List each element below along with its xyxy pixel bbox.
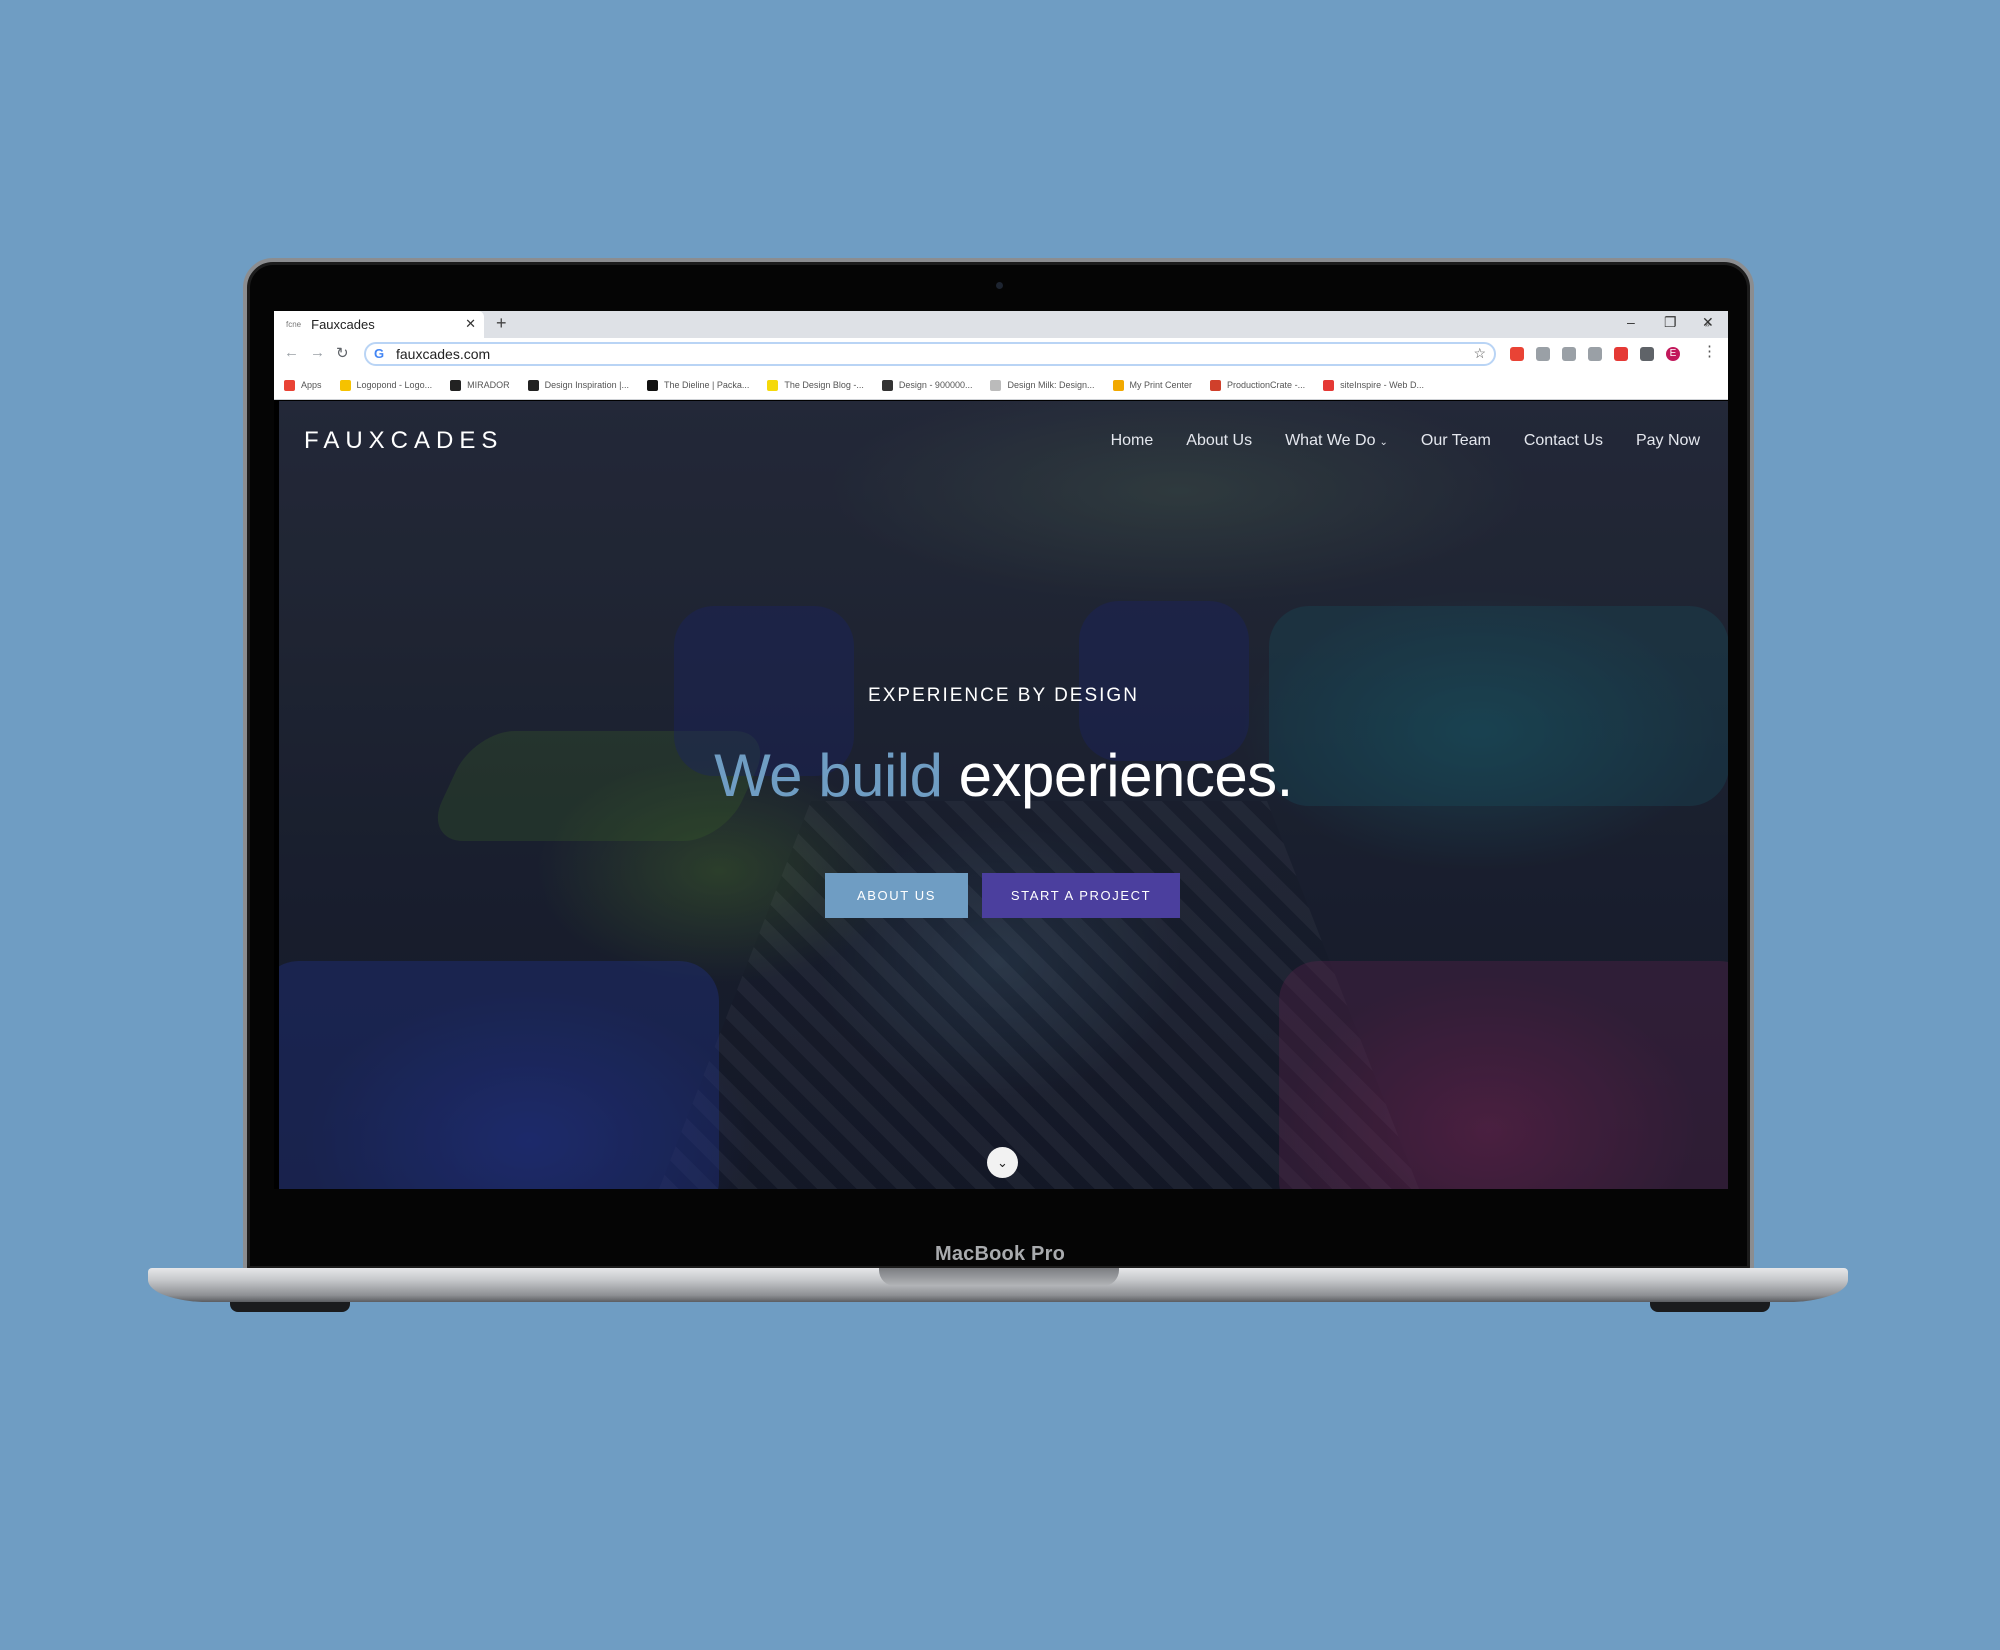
tab-strip: fcne Fauxcades ✕ + – ❐ ✕	[274, 311, 1728, 338]
extension-icon[interactable]	[1614, 347, 1628, 361]
nav-contact-us[interactable]: Contact Us	[1524, 432, 1603, 450]
site-logo[interactable]: FAUXCADES	[304, 427, 503, 455]
tab-favicon: fcne	[286, 320, 302, 329]
minimize-icon[interactable]: –	[1627, 314, 1635, 330]
puzzle-icon[interactable]	[1640, 347, 1654, 361]
bookmark-item[interactable]: Design Inspiration |...	[527, 379, 629, 391]
bookmarks-more-icon[interactable]: »	[1705, 319, 1710, 329]
bookmark-favicon-icon	[284, 379, 295, 391]
camera-dot	[996, 282, 1003, 289]
forward-icon[interactable]: →	[310, 344, 325, 361]
hero-bg-armchair	[1079, 601, 1249, 761]
menu-kebab-icon[interactable]: ⋮	[1702, 342, 1717, 360]
bookmark-item[interactable]: The Design Blog -...	[767, 379, 864, 391]
hero-kicker: EXPERIENCE BY DESIGN	[868, 685, 1139, 706]
hero-headline-main: experiences.	[958, 742, 1294, 809]
bookmark-item[interactable]: Design Milk: Design...	[990, 379, 1095, 391]
bookmark-label: ProductionCrate -...	[1227, 380, 1306, 390]
bookmark-item[interactable]: Apps	[284, 379, 322, 391]
address-bar[interactable]: G fauxcades.com ☆	[364, 342, 1496, 366]
extension-icon[interactable]	[1536, 347, 1550, 361]
camera-extension-icon[interactable]	[1562, 347, 1576, 361]
profile-avatar[interactable]: E	[1666, 347, 1680, 361]
bookmark-star-icon[interactable]: ☆	[1473, 345, 1486, 362]
bookmark-favicon-icon	[1112, 379, 1124, 391]
bookmark-favicon-icon	[881, 379, 893, 391]
tab-title: Fauxcades	[311, 317, 375, 332]
laptop-foot	[230, 1302, 350, 1312]
bookmark-favicon-icon	[1323, 379, 1335, 391]
nav-our-team[interactable]: Our Team	[1421, 432, 1491, 450]
bookmark-label: Design - 900000...	[898, 380, 973, 390]
bookmark-label: The Design Blog -...	[784, 380, 864, 390]
nav-about-us[interactable]: About Us	[1186, 432, 1252, 450]
bookmark-favicon-icon	[767, 379, 779, 391]
bookmark-item[interactable]: ProductionCrate -...	[1210, 379, 1306, 391]
browser-chrome: fcne Fauxcades ✕ + – ❐ ✕ ← → ↻ G fauxcad…	[274, 311, 1728, 400]
bookmark-label: MIRADOR	[467, 380, 510, 390]
back-icon[interactable]: ←	[284, 344, 299, 361]
hero-section: FAUXCADES Home About Us What We Do ⌄ Our …	[279, 401, 1728, 1189]
browser-tab[interactable]: fcne Fauxcades ✕	[274, 311, 484, 338]
url-text[interactable]: fauxcades.com	[396, 346, 490, 362]
bookmark-item[interactable]: My Print Center	[1112, 379, 1193, 391]
bookmark-label: Logopond - Logo...	[356, 380, 433, 390]
bookmark-favicon-icon	[990, 379, 1002, 391]
bookmark-label: siteInspire - Web D...	[1340, 380, 1424, 390]
bookmark-favicon-icon	[527, 379, 539, 391]
laptop-screen: fcne Fauxcades ✕ + – ❐ ✕ ← → ↻ G fauxcad…	[274, 311, 1728, 1189]
laptop-notch	[879, 1268, 1119, 1286]
bookmark-favicon-icon	[1210, 379, 1222, 391]
chevron-down-icon: ⌄	[1379, 437, 1388, 448]
restore-icon[interactable]: ❐	[1664, 314, 1677, 331]
main-nav: Home About Us What We Do ⌄ Our Team Conta…	[1078, 432, 1700, 450]
bookmarks-bar: Apps Logopond - Logo... MIRADOR Design Insp…	[274, 370, 1728, 400]
bookmark-favicon-icon	[450, 379, 462, 391]
hero-bg-chair-left	[279, 961, 719, 1189]
bookmark-item[interactable]: Logopond - Logo...	[339, 379, 433, 391]
bookmark-label: Design Inspiration |...	[544, 380, 629, 390]
hero-bg-chair-right	[1279, 961, 1728, 1189]
bookmark-label: Apps	[301, 380, 322, 390]
cast-icon[interactable]	[1588, 347, 1602, 361]
plus-icon[interactable]: +	[496, 313, 507, 334]
scroll-down-icon[interactable]: ⌄	[987, 1147, 1018, 1178]
google-icon: G	[374, 346, 385, 361]
close-tab-icon[interactable]: ✕	[465, 316, 476, 332]
hero-headline-accent: We build	[714, 742, 943, 809]
nav-home[interactable]: Home	[1111, 432, 1154, 450]
hero-headline: We build experiences.	[279, 741, 1728, 810]
reload-icon[interactable]: ↻	[336, 344, 349, 362]
bookmark-favicon-icon	[339, 379, 351, 391]
extension-icon[interactable]	[1510, 347, 1524, 361]
nav-what-we-do[interactable]: What We Do ⌄	[1285, 432, 1388, 450]
start-project-button[interactable]: START A PROJECT	[982, 873, 1180, 918]
nav-what-we-do-label: What We Do	[1285, 432, 1376, 449]
bookmark-item[interactable]: MIRADOR	[450, 379, 510, 391]
bookmark-item[interactable]: siteInspire - Web D...	[1323, 379, 1424, 391]
laptop-foot	[1650, 1302, 1770, 1312]
bookmark-label: Design Milk: Design...	[1007, 380, 1095, 390]
device-label: MacBook Pro	[934, 1243, 1065, 1265]
bookmark-label: My Print Center	[1129, 380, 1193, 390]
bookmark-item[interactable]: The Dieline | Packa...	[646, 379, 750, 391]
nav-pay-now[interactable]: Pay Now	[1636, 432, 1700, 450]
bookmark-label: The Dieline | Packa...	[663, 380, 750, 390]
bookmark-favicon-icon	[646, 379, 658, 391]
browser-toolbar: ← → ↻ G fauxcades.com ☆ E ⋮	[274, 338, 1728, 370]
bookmark-item[interactable]: Design - 900000...	[881, 379, 973, 391]
about-us-button[interactable]: ABOUT US	[825, 873, 968, 918]
